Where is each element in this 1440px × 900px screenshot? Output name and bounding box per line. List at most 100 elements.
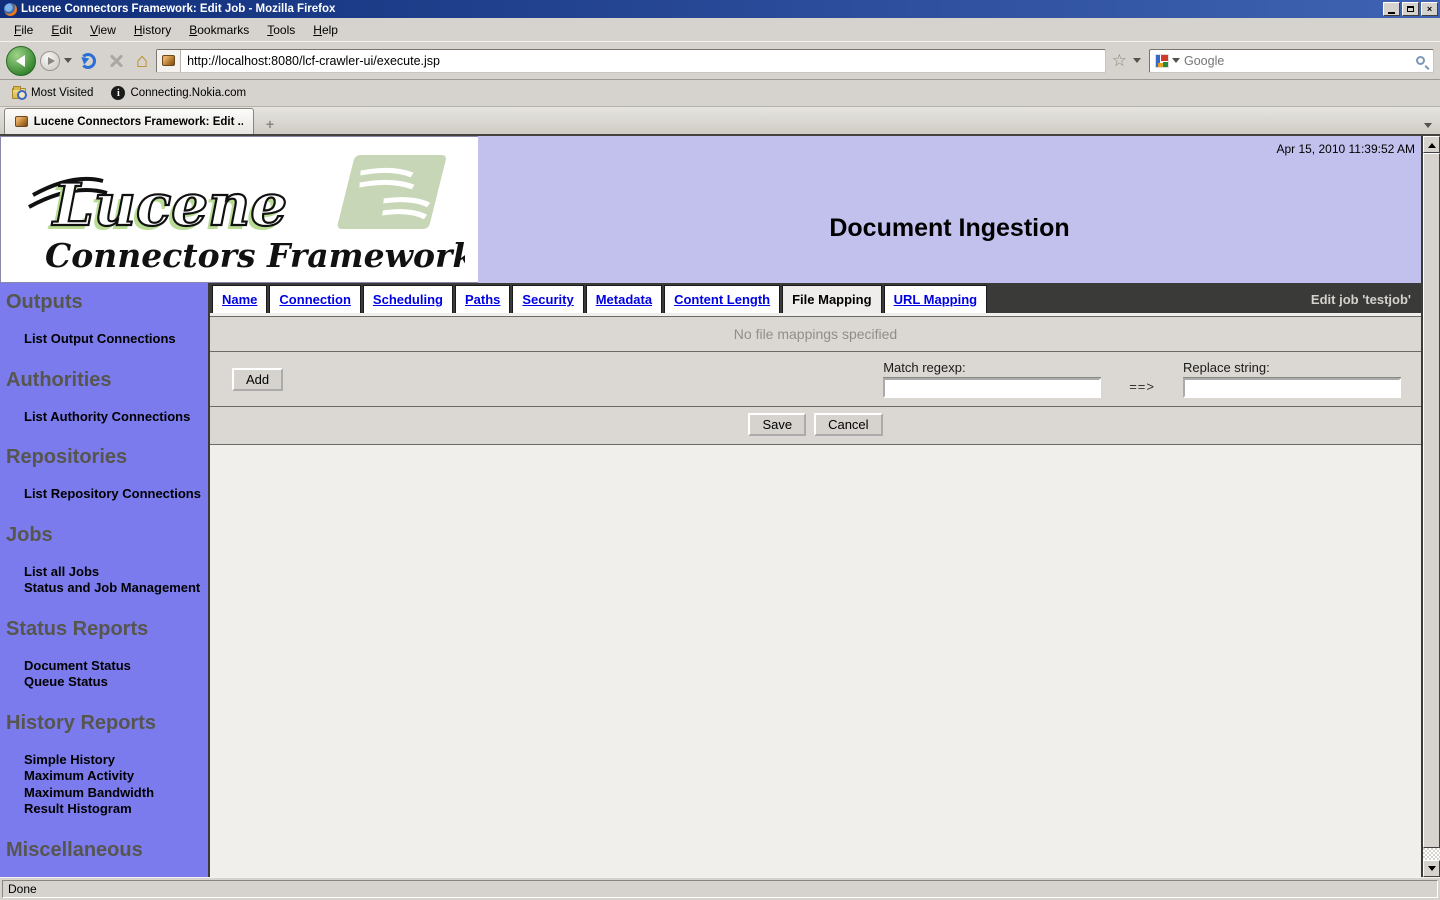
timestamp: Apr 15, 2010 11:39:52 AM — [1276, 142, 1415, 156]
url-input[interactable] — [181, 53, 1105, 68]
back-button[interactable] — [6, 45, 36, 76]
search-engine-dropdown-icon[interactable] — [1172, 58, 1180, 67]
browser-tab-strip: Lucene Connectors Framework: Edit ... + — [0, 107, 1440, 136]
match-regexp-label: Match regexp: — [883, 360, 1102, 378]
sidebar-header-miscellaneous: Miscellaneous — [6, 838, 143, 861]
firefox-icon — [4, 2, 17, 16]
home-button[interactable]: ⌂ — [136, 51, 148, 71]
search-input[interactable] — [1180, 53, 1416, 68]
page-viewport: Lucene Lucene Connectors Framework Apr 1… — [0, 136, 1440, 877]
scroll-up-button[interactable] — [1423, 136, 1440, 153]
edit-job-label: Edit job 'testjob' — [1310, 291, 1411, 307]
sidebar-item-list-output-connections[interactable]: List Output Connections — [24, 331, 208, 348]
menu-bookmarks[interactable]: Bookmarks — [181, 20, 257, 40]
vertical-scrollbar[interactable] — [1423, 136, 1440, 877]
job-tab-scheduling[interactable]: Scheduling — [362, 285, 453, 313]
most-visited-label: Most Visited — [31, 87, 94, 99]
sidebar-item-list-all-jobs[interactable]: List all Jobs — [24, 564, 208, 581]
save-button[interactable]: Save — [748, 413, 807, 436]
job-tab-paths[interactable]: Paths — [454, 285, 511, 313]
reload-button[interactable] — [80, 52, 96, 69]
job-tab-url-mapping[interactable]: URL Mapping — [883, 285, 988, 313]
sidebar-item-status-and-job-management[interactable]: Status and Job Management — [24, 580, 208, 597]
arrow-down-icon — [1427, 865, 1436, 875]
bookmark-label: Connecting.Nokia.com — [130, 87, 247, 99]
replace-string-input[interactable] — [1183, 378, 1401, 398]
most-visited-folder[interactable]: Most Visited — [6, 85, 99, 101]
job-tab-bar: Name Connection Scheduling Paths Securit… — [210, 283, 1421, 313]
stop-button[interactable] — [108, 53, 124, 69]
menu-help[interactable]: Help — [305, 20, 346, 40]
match-regexp-input[interactable] — [883, 378, 1102, 398]
sidebar-header-history-reports: History Reports — [6, 711, 157, 734]
job-tab-name[interactable]: Name — [212, 285, 268, 313]
minimize-icon — [1388, 11, 1395, 14]
restore-icon — [1407, 6, 1414, 12]
sidebar-item-maximum-bandwidth[interactable]: Maximum Bandwidth — [24, 785, 208, 802]
file-mapping-form: No file mappings specified Add Match reg… — [210, 313, 1421, 445]
logo-wordmark: Lucene — [51, 171, 287, 239]
scrollbar-track[interactable] — [1423, 848, 1440, 860]
minimize-button[interactable] — [1383, 2, 1400, 16]
navigation-toolbar: ⌂ ☆ — [0, 42, 1440, 80]
menu-bar: File Edit View History Bookmarks Tools H… — [0, 18, 1440, 42]
cancel-button[interactable]: Cancel — [814, 413, 883, 436]
empty-mappings-message: No file mappings specified — [210, 316, 1421, 352]
menu-view[interactable]: View — [82, 20, 124, 40]
sidebar-item-queue-status[interactable]: Queue Status — [24, 674, 208, 691]
bookmark-star-icon[interactable]: ☆ — [1110, 52, 1129, 69]
main-content: Name Connection Scheduling Paths Securit… — [208, 283, 1421, 877]
restore-button[interactable] — [1402, 2, 1419, 16]
chevron-down-icon — [1424, 122, 1432, 132]
info-icon: i — [111, 86, 126, 100]
sidebar-item-document-status[interactable]: Document Status — [24, 658, 208, 675]
scroll-down-button[interactable] — [1423, 860, 1440, 877]
job-tab-connection[interactable]: Connection — [269, 285, 361, 313]
window-titlebar: Lucene Connectors Framework: Edit Job - … — [0, 0, 1440, 18]
window-title: Lucene Connectors Framework: Edit Job - … — [21, 3, 336, 15]
menu-edit[interactable]: Edit — [43, 20, 80, 40]
sidebar-item-list-authority-connections[interactable]: List Authority Connections — [24, 409, 208, 426]
menu-tools[interactable]: Tools — [259, 20, 303, 40]
add-button[interactable]: Add — [232, 367, 284, 391]
sidebar-header-status-reports: Status Reports — [6, 617, 149, 640]
bookmark-dropdown-icon[interactable] — [1133, 58, 1141, 67]
sidebar-item-maximum-activity[interactable]: Maximum Activity — [24, 768, 208, 785]
sidebar-item-simple-history[interactable]: Simple History — [24, 752, 208, 769]
status-text: Done — [2, 880, 1438, 898]
bookmarks-toolbar: Most Visited i Connecting.Nokia.com — [0, 80, 1440, 107]
job-tab-metadata[interactable]: Metadata — [585, 285, 663, 313]
tab-title: Lucene Connectors Framework: Edit ... — [33, 115, 243, 128]
forward-button[interactable] — [40, 50, 60, 71]
sidebar-header-outputs: Outputs — [6, 291, 83, 313]
forward-icon — [47, 56, 55, 65]
sidebar-header-repositories: Repositories — [6, 446, 128, 468]
page-title: Document Ingestion — [829, 214, 1070, 242]
job-tab-security[interactable]: Security — [512, 285, 584, 313]
site-favicon-box[interactable] — [157, 49, 182, 72]
history-dropdown-icon[interactable] — [64, 58, 72, 67]
search-bar — [1149, 48, 1434, 73]
bookmark-connecting-nokia[interactable]: i Connecting.Nokia.com — [105, 84, 252, 102]
new-tab-button[interactable]: + — [258, 114, 282, 134]
menu-history[interactable]: History — [126, 20, 179, 40]
close-button[interactable]: × — [1421, 2, 1438, 16]
job-tab-content-length[interactable]: Content Length — [664, 285, 781, 313]
active-browser-tab[interactable]: Lucene Connectors Framework: Edit ... — [4, 108, 254, 134]
list-all-tabs-button[interactable] — [1420, 116, 1436, 134]
tab-favicon-icon — [15, 116, 28, 127]
search-icon[interactable] — [1416, 56, 1425, 65]
sidebar-item-list-repository-connections[interactable]: List Repository Connections — [24, 486, 208, 503]
sidebar-header-jobs: Jobs — [6, 523, 53, 546]
scrollbar-thumb[interactable] — [1423, 153, 1440, 848]
mapping-arrow: ==> — [1129, 378, 1155, 394]
lcf-logo-image: Lucene Lucene Connectors Framework — [27, 154, 465, 275]
google-icon[interactable] — [1155, 53, 1169, 68]
job-tab-file-mapping[interactable]: File Mapping — [782, 285, 882, 313]
url-bar — [156, 48, 1106, 73]
sidebar-item-result-histogram[interactable]: Result Histogram — [24, 801, 208, 818]
menu-file[interactable]: File — [6, 20, 41, 40]
site-favicon-icon — [162, 55, 176, 66]
sidebar-header-authorities: Authorities — [6, 368, 112, 391]
lcf-logo: Lucene Lucene Connectors Framework — [0, 136, 478, 283]
